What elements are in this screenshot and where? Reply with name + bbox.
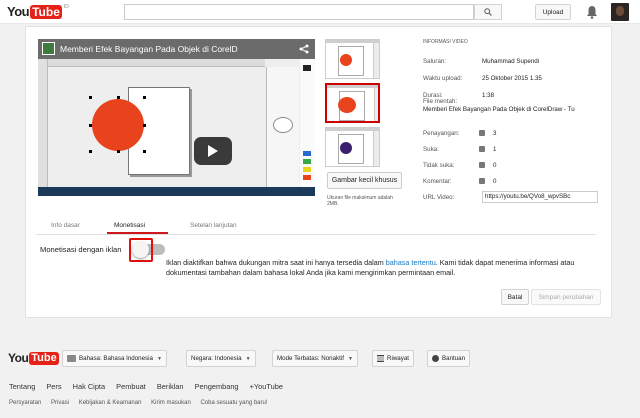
help-icon [432, 355, 439, 362]
language-icon [67, 355, 76, 362]
footer-link[interactable]: Coba sesuatu yang baru! [200, 400, 267, 406]
dislikes-label: Tidak suka: [423, 162, 455, 169]
footer-link[interactable]: Privasi [51, 400, 69, 406]
channel-label: Saluran: [423, 58, 447, 65]
video-info-heading: INFORMASI VIDEO [423, 39, 468, 45]
avatar[interactable] [611, 3, 629, 21]
video-title: Memberi Efek Bayangan Pada Objek di Core… [60, 44, 238, 54]
region-code: ID [63, 4, 69, 10]
search-input[interactable] [124, 4, 474, 20]
color-palette [300, 59, 315, 189]
orange-circle-shape [92, 99, 144, 151]
footer-link[interactable]: Pembuat [116, 382, 146, 391]
video-info-panel: INFORMASI VIDEO Saluran: Muhammad Supend… [423, 39, 608, 203]
help-button[interactable]: Bantuan [427, 350, 471, 367]
footer-link[interactable]: +YouTube [250, 382, 283, 391]
supported-languages-link[interactable]: bahasa tertentu [386, 258, 436, 267]
history-button[interactable]: Riwayat [372, 350, 415, 367]
raw-file-label: File mentah: [423, 98, 458, 105]
chevron-down-icon: ▼ [156, 355, 162, 362]
thumbnail-option-1[interactable] [325, 39, 380, 79]
comments-value: 0 [493, 178, 497, 185]
views-value: 3 [493, 130, 497, 137]
logo-tube-text: Tube [30, 4, 62, 19]
video-player[interactable]: Memberi Efek Bayangan Pada Objek di Core… [38, 39, 315, 196]
channel-value[interactable]: Muhammad Supendi [482, 58, 539, 65]
monetize-description: Iklan diaktifkan bahwa dukungan mitra sa… [40, 258, 600, 278]
footer-youtube-logo[interactable]: You Tube [8, 351, 59, 365]
upload-button[interactable]: Upload [535, 4, 571, 20]
likes-value: 1 [493, 146, 497, 153]
edit-tabs: Info dasar Monetisasi Setelan lanjutan [36, 218, 596, 235]
tab-info-dasar[interactable]: Info dasar [51, 222, 80, 229]
docker-panel [266, 67, 299, 187]
monetize-label: Monetisasi dengan iklan [40, 245, 122, 254]
video-edit-card: Memberi Efek Bayangan Pada Objek di Core… [25, 26, 612, 318]
share-icon[interactable] [299, 44, 309, 54]
footer-link[interactable]: Hak Cipta [73, 382, 105, 391]
comments-label: Komentar: [423, 178, 452, 185]
thumbnail-option-3[interactable] [325, 127, 380, 167]
views-label: Penayangan: [423, 130, 460, 137]
youtube-logo[interactable]: You Tube ID [7, 4, 69, 19]
tab-setelan-lanjutan[interactable]: Setelan lanjutan [190, 222, 237, 229]
footer-link[interactable]: Kirim masukan [151, 400, 191, 406]
play-button[interactable] [194, 137, 232, 165]
views-icon [479, 130, 485, 136]
channel-icon [42, 42, 55, 55]
tab-monetisasi[interactable]: Monetisasi [114, 222, 145, 229]
thumbnail-option-2[interactable] [325, 83, 380, 123]
duration-value: 1:38 [482, 92, 495, 99]
footer-links: Tentang Pers Hak Cipta Pembuat Beriklan … [9, 382, 292, 391]
upload-time-label: Waktu upload: [423, 75, 463, 82]
footer-bar: You Tube Bahasa: Bahasa Indonesia ▼ Nega… [0, 346, 640, 370]
active-tab-indicator [107, 232, 168, 234]
chevron-down-icon: ▼ [245, 355, 251, 362]
footer-link[interactable]: Pers [46, 382, 61, 391]
upload-time-value: 25 Oktober 2015 1.35 [482, 75, 542, 82]
play-icon [208, 145, 218, 157]
thumbs-up-icon [479, 146, 485, 152]
search-button[interactable] [474, 4, 502, 20]
thumbnail-size-note: Ukuran file maksimum adalah 2MB. [327, 195, 393, 207]
footer-link[interactable]: Persyaratan [9, 400, 41, 406]
footer-link[interactable]: Pengembang [195, 382, 239, 391]
dislikes-value: 0 [493, 162, 497, 169]
footer-secondary-links: Persyaratan Privasi Kebijakan & Keamanan… [9, 400, 276, 406]
chevron-down-icon: ▼ [347, 355, 353, 362]
likes-label: Suka: [423, 146, 439, 153]
top-header: You Tube ID Upload [0, 0, 640, 24]
monetize-text-lead: Iklan diaktifkan bahwa dukungan mitra sa… [166, 258, 384, 267]
restricted-mode-select[interactable]: Mode Terbatas: Nonaktif ▼ [272, 350, 358, 367]
country-select[interactable]: Negara: Indonesia ▼ [186, 350, 256, 367]
comment-icon [479, 178, 485, 184]
video-url-field[interactable]: https://youtu.be/QVo8_wpvSBc [482, 191, 598, 203]
logo-you-text: You [7, 4, 30, 19]
raw-file-value: Memberi Efek Bayangan Pada Objek di Core… [423, 106, 575, 113]
save-changes-button[interactable]: Simpan perubahan [531, 289, 601, 305]
footer-link[interactable]: Beriklan [157, 382, 184, 391]
hourglass-icon [377, 355, 384, 362]
language-select[interactable]: Bahasa: Bahasa Indonesia ▼ [62, 350, 167, 367]
notification-bell-icon[interactable] [586, 5, 598, 19]
footer-link[interactable]: Tentang [9, 382, 35, 391]
thumbs-down-icon [479, 162, 485, 168]
cancel-button[interactable]: Batal [501, 289, 529, 305]
taskbar [38, 187, 315, 196]
video-url-label: URL Video: [423, 194, 455, 201]
footer-link[interactable]: Kebijakan & Keamanan [79, 400, 142, 406]
custom-thumbnail-button[interactable]: Gambar kecil khusus [327, 172, 402, 189]
search-icon [484, 8, 492, 16]
